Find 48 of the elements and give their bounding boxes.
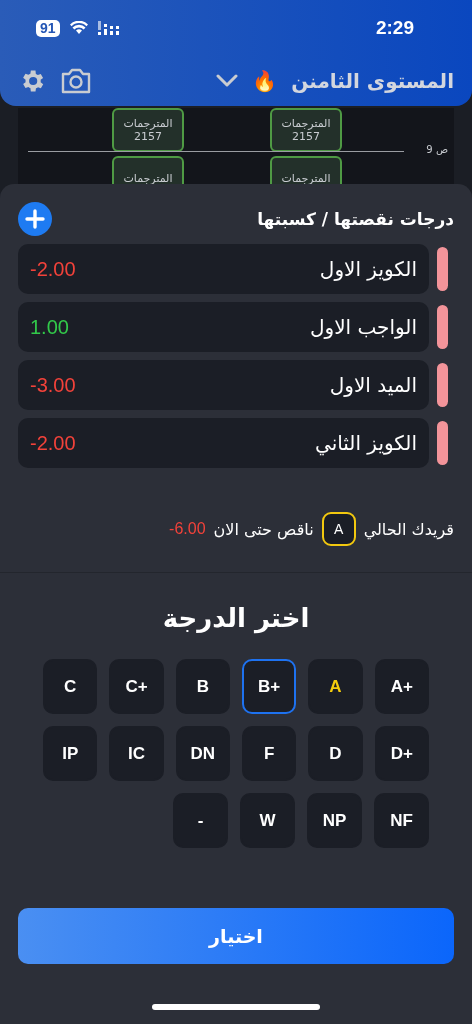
adjustment-value: -2.00 xyxy=(30,431,76,455)
adjustment-value: 1.00 xyxy=(30,315,69,339)
adjustment-value: -3.00 xyxy=(30,373,76,397)
clock-time: 2:29 xyxy=(375,17,415,39)
picker-title: اختر الدرجة xyxy=(161,603,311,633)
camera-icon[interactable] xyxy=(60,67,92,95)
deficit-label: ناقص حتى الان xyxy=(213,519,314,539)
level-title[interactable]: المستوى الثامنن xyxy=(291,69,454,93)
adjustment-name: الكويز الثاني xyxy=(315,431,417,455)
grade-option[interactable]: D+ xyxy=(374,726,429,781)
grade-option[interactable]: NF xyxy=(374,793,429,848)
fire-emoji: 🔥 xyxy=(252,69,278,93)
grade-option[interactable]: C+ xyxy=(109,659,164,714)
grade-option[interactable]: DN xyxy=(175,726,230,781)
grade-option[interactable]: IP xyxy=(43,726,98,781)
grade-option[interactable]: NP xyxy=(307,793,362,848)
grade-option[interactable]: W xyxy=(240,793,295,848)
drag-handle[interactable] xyxy=(437,421,448,465)
calendar-event[interactable]: المترجمات xyxy=(270,156,342,184)
wifi-icon xyxy=(69,21,88,35)
grade-option[interactable]: A+ xyxy=(374,659,429,714)
grade-option[interactable]: IC xyxy=(109,726,164,781)
grade-option[interactable]: C xyxy=(43,659,98,714)
drag-handle[interactable] xyxy=(437,305,448,349)
calendar-event[interactable]: المترجمات xyxy=(112,156,184,184)
add-button[interactable] xyxy=(18,202,52,236)
grade-option[interactable]: B+ xyxy=(242,659,297,714)
deficit-value: -6.00 xyxy=(169,520,206,538)
grade-option[interactable]: F xyxy=(242,726,297,781)
battery-level: 91 xyxy=(36,19,60,37)
signal-icon xyxy=(97,21,122,35)
adjustment-name: الواجب الاول xyxy=(309,315,417,339)
plus-icon xyxy=(25,209,45,229)
choose-button[interactable]: اختيار xyxy=(18,908,454,964)
grade-option[interactable]: B xyxy=(175,659,230,714)
adjustment-name: الكويز الاول xyxy=(319,257,417,281)
grade-option[interactable]: D xyxy=(308,726,363,781)
chevron-down-icon[interactable] xyxy=(216,74,239,88)
section-title: درجات نقصتها / كسبتها xyxy=(257,209,454,229)
adjustment-value: -2.00 xyxy=(30,257,76,281)
drag-handle[interactable] xyxy=(437,247,448,291)
grade-option[interactable]: - xyxy=(173,793,228,848)
grade-option[interactable]: A xyxy=(308,659,363,714)
current-grade: A xyxy=(321,512,356,546)
adjustment-name: الميد الاول xyxy=(329,373,417,397)
drag-handle[interactable] xyxy=(437,363,448,407)
current-grade-label: قريدك الحالي xyxy=(363,519,454,539)
hour-label: 9 ص xyxy=(426,144,448,155)
